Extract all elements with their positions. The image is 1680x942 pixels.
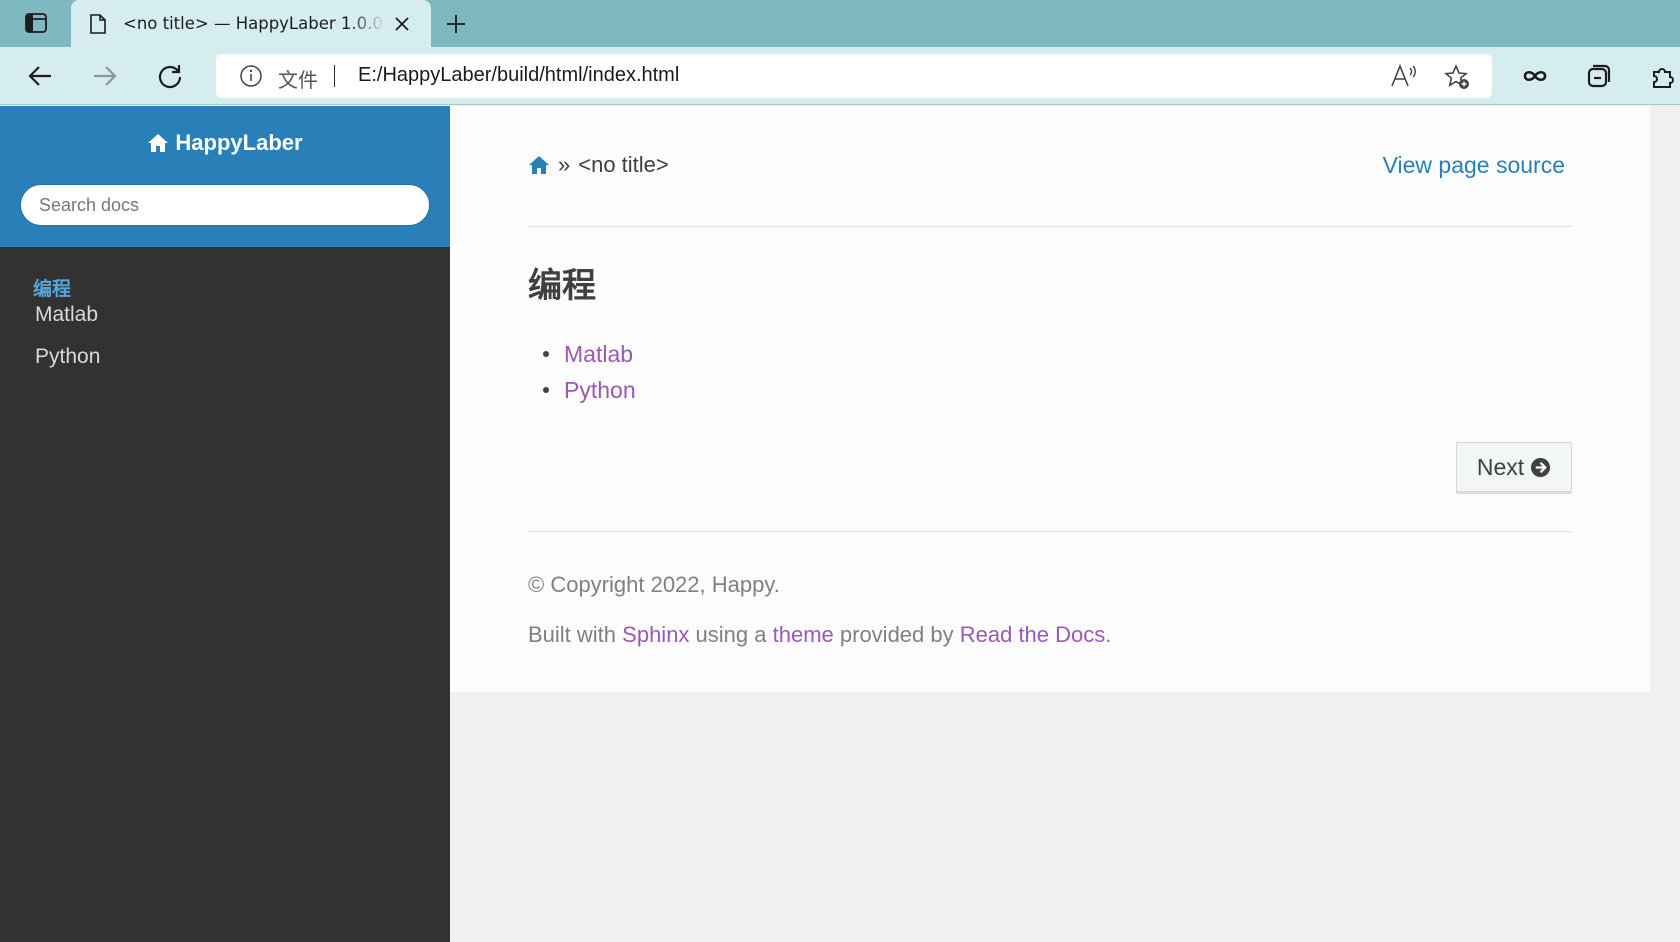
collections-icon[interactable] <box>1584 61 1614 91</box>
page-title: 编程 <box>528 266 596 306</box>
infinity-extension-icon[interactable] <box>1520 61 1550 91</box>
built-mid1: using a <box>689 622 773 647</box>
browser-toolbar: 文件 E:/HappyLaber/build/html/index.html <box>0 47 1680 105</box>
breadcrumb-separator: » <box>558 152 571 177</box>
home-icon <box>148 134 169 152</box>
docs-sidebar: HappyLaber 编程 Matlab Python <box>0 106 450 942</box>
address-separator <box>334 65 335 87</box>
main-content: » <no title> View page source 编程 Matlab … <box>450 106 1650 692</box>
divider <box>528 531 1572 532</box>
brand-link[interactable]: HappyLaber <box>0 130 450 156</box>
breadcrumb-current: <no title> <box>578 152 669 177</box>
built-with-text: Built with Sphinx using a theme provided… <box>528 622 1111 648</box>
toc-link-matlab[interactable]: Matlab <box>564 341 633 368</box>
list-item: Python <box>528 372 636 408</box>
built-suffix: . <box>1105 622 1112 647</box>
toc-link-python[interactable]: Python <box>564 377 636 404</box>
sidebar-header: HappyLaber <box>0 106 450 247</box>
list-item: Matlab <box>528 336 636 372</box>
browser-tab[interactable]: <no title> — HappyLaber 1.0.0 documentat… <box>71 0 431 47</box>
bullet <box>543 351 549 357</box>
address-bar[interactable]: 文件 E:/HappyLaber/build/html/index.html <box>216 54 1492 98</box>
tab-title: <no title> — HappyLaber 1.0.0 documentat… <box>123 14 385 33</box>
view-page-source-link[interactable]: View page source <box>1383 152 1565 179</box>
home-icon[interactable] <box>528 155 550 175</box>
read-the-docs-link[interactable]: Read the Docs <box>960 622 1106 647</box>
sidebar-item-python[interactable]: Python <box>35 345 100 369</box>
browser-tab-bar: <no title> — HappyLaber 1.0.0 documentat… <box>0 0 1680 47</box>
back-icon[interactable] <box>22 58 58 94</box>
url-text[interactable]: E:/HappyLaber/build/html/index.html <box>358 64 679 87</box>
sphinx-link[interactable]: Sphinx <box>622 622 689 647</box>
search-input[interactable] <box>20 184 430 226</box>
info-icon[interactable] <box>240 65 262 87</box>
tab-actions-icon[interactable] <box>18 8 54 38</box>
extensions-icon[interactable] <box>1648 61 1678 91</box>
page-icon <box>87 13 109 35</box>
add-favorite-icon[interactable] <box>1444 64 1470 90</box>
new-tab-icon[interactable] <box>440 8 472 40</box>
brand-name: HappyLaber <box>175 130 303 155</box>
built-prefix: Built with <box>528 622 623 647</box>
theme-link[interactable]: theme <box>773 622 834 647</box>
bullet <box>543 387 549 393</box>
refresh-icon[interactable] <box>152 58 188 94</box>
copyright-text: © Copyright 2022, Happy. <box>528 572 780 597</box>
close-tab-icon[interactable] <box>391 13 413 35</box>
breadcrumb: » <no title> <box>528 152 669 178</box>
next-label: Next <box>1476 453 1525 480</box>
arrow-circle-right-icon <box>1531 457 1551 477</box>
built-mid2: provided by <box>833 622 960 647</box>
sidebar-item-matlab[interactable]: Matlab <box>35 303 98 327</box>
sidebar-caption: 编程 <box>33 278 72 300</box>
next-button[interactable]: Next <box>1456 442 1572 492</box>
divider <box>528 226 1572 227</box>
read-aloud-icon[interactable] <box>1390 64 1416 88</box>
address-scheme-label: 文件 <box>278 68 318 92</box>
toc-list: Matlab Python <box>528 336 636 408</box>
forward-icon[interactable] <box>87 58 123 94</box>
